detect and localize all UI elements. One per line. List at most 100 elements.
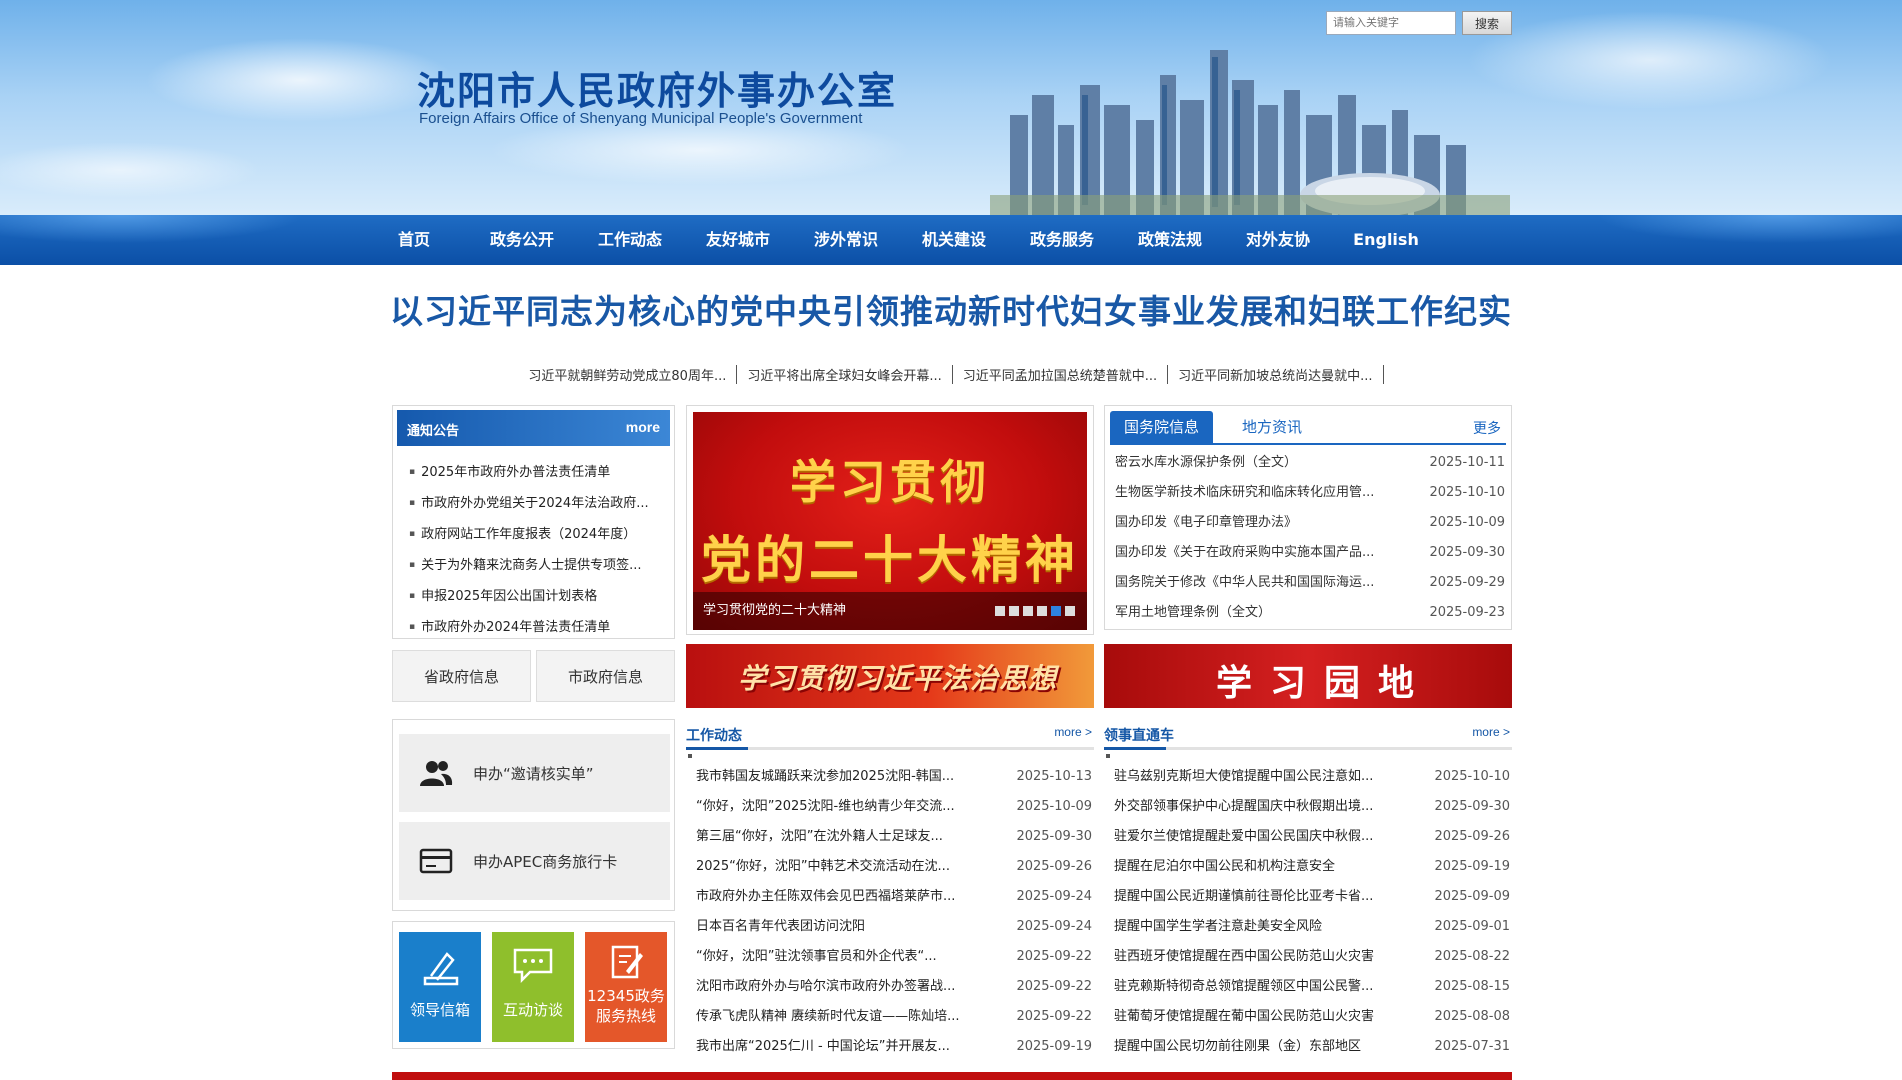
work-news-item[interactable]: 沈阳市政府外办与哈尔滨市政府外办签署战... 2025-09-22: [686, 972, 1094, 1002]
nav-item-sister-cities[interactable]: 友好城市: [684, 215, 792, 265]
nav-item-services[interactable]: 政务服务: [1008, 215, 1116, 265]
hotline-label-line2: 服务热线: [595, 1007, 656, 1025]
notice-item[interactable]: 市政府外办党组关于2024年法治政府...: [409, 489, 674, 520]
sub-headlines: 习近平就朝鲜劳动党成立80周年... 习近平将出席全球妇女峰会开幕... 习近平…: [360, 365, 1542, 384]
consular-item[interactable]: 提醒在尼泊尔中国公民和机构注意安全 2025-09-19: [1104, 852, 1512, 882]
nav-item-gov-info[interactable]: 政务公开: [468, 215, 576, 265]
apply-apec-card-button[interactable]: 申办APEC商务旅行卡: [399, 822, 670, 900]
news-item[interactable]: 军用土地管理条例（全文） 2025-09-23: [1115, 598, 1505, 628]
nav-item-work-news[interactable]: 工作动态: [576, 215, 684, 265]
consular-item[interactable]: 驻葡萄牙使馆提醒在葡中国公民防范山火灾害 2025-08-08: [1104, 1002, 1512, 1032]
slide-dot[interactable]: [1009, 606, 1019, 616]
news-item[interactable]: 生物医学新技术临床研究和临床转化应用管... 2025-10-10: [1115, 478, 1505, 508]
item-date: 2025-09-09: [1434, 889, 1510, 904]
notice-item[interactable]: 关于为外籍来沈商务人士提供专项签...: [409, 551, 674, 582]
item-date: 2025-09-26: [1016, 859, 1092, 874]
notice-item[interactable]: 2025年市政府外办普法责任清单: [409, 458, 674, 489]
search-input[interactable]: [1326, 11, 1456, 35]
sub-headline-link[interactable]: 习近平将出席全球妇女峰会开幕...: [737, 365, 953, 384]
work-news-item[interactable]: 日本百名青年代表团访问沈阳 2025-09-24: [686, 912, 1094, 942]
sub-headline-link[interactable]: 习近平同孟加拉国总统楚普就中...: [953, 365, 1169, 384]
slide-dot-active[interactable]: [1051, 606, 1061, 616]
city-info-button[interactable]: 市政府信息: [536, 650, 675, 702]
news-item[interactable]: 密云水库水源保护条例（全文） 2025-10-11: [1115, 448, 1505, 478]
work-news-more-link[interactable]: more >: [1054, 725, 1092, 739]
item-date: 2025-09-24: [1016, 889, 1092, 904]
consular-item[interactable]: 驻爱尔兰使馆提醒赴爱中国公民国庆中秋假... 2025-09-26: [1104, 822, 1512, 852]
slide-dots: [995, 606, 1075, 616]
work-news-item[interactable]: 我市韩国友城踊跃来沈参加2025沈阳-韩国... 2025-10-13: [686, 762, 1094, 792]
work-news-item[interactable]: 市政府外办主任陈双伟会见巴西福塔莱萨市... 2025-09-24: [686, 882, 1094, 912]
slide-text-line1: 学习贯彻: [790, 455, 990, 509]
leader-mailbox-tile[interactable]: 领导信箱: [399, 932, 481, 1042]
apply-invitation-button[interactable]: 申办“邀请核实单”: [399, 734, 670, 812]
consular-item[interactable]: 驻西班牙使馆提醒在西中国公民防范山火灾害 2025-08-22: [1104, 942, 1512, 972]
news-item[interactable]: 国务院关于修改《中华人民共和国国际海运... 2025-09-29: [1115, 568, 1505, 598]
item-title: 驻西班牙使馆提醒在西中国公民防范山火灾害: [1114, 949, 1375, 964]
search-button[interactable]: 搜索: [1462, 11, 1512, 35]
news-item[interactable]: 国办印发《电子印章管理办法》 2025-10-09: [1115, 508, 1505, 538]
tabs-more-link[interactable]: 更多: [1473, 418, 1501, 438]
edit-icon: [611, 945, 643, 979]
sub-headline-link[interactable]: 习近平同新加坡总统尚达曼就中...: [1168, 365, 1384, 384]
work-news-item[interactable]: 我市出席“2025仁川 - 中国论坛”并开展友... 2025-09-19: [686, 1032, 1094, 1062]
headline-link[interactable]: 以习近平同志为核心的党中央引领推动新时代妇女事业发展和妇联工作纪实: [360, 285, 1542, 333]
slide-dot[interactable]: [1037, 606, 1047, 616]
nav-item-foreign-knowledge[interactable]: 涉外常识: [792, 215, 900, 265]
nav-item-english[interactable]: English: [1332, 215, 1440, 265]
notice-item[interactable]: 申报2025年因公出国计划表格: [409, 582, 674, 613]
province-info-button[interactable]: 省政府信息: [392, 650, 531, 702]
study-garden-banner[interactable]: 学习园地: [1104, 644, 1512, 708]
notice-more-link[interactable]: more: [626, 419, 660, 435]
work-news-item[interactable]: 2025“你好，沈阳”中韩艺术交流活动在沈... 2025-09-26: [686, 852, 1094, 882]
consular-item[interactable]: 驻克赖斯特彻奇总领馆提醒领区中国公民警... 2025-08-15: [1104, 972, 1512, 1002]
hotline-tile[interactable]: 12345政务 服务热线: [585, 932, 667, 1042]
tab-state-council[interactable]: 国务院信息: [1110, 411, 1214, 443]
work-news-item[interactable]: 传承飞虎队精神 赓续新时代友谊——陈灿培... 2025-09-22: [686, 1002, 1094, 1032]
consular-item[interactable]: 提醒中国公民近期谨慎前往哥伦比亚考卡省... 2025-09-09: [1104, 882, 1512, 912]
slide-dot[interactable]: [1065, 606, 1075, 616]
item-date: 2025-08-15: [1434, 979, 1510, 994]
news-title: 生物医学新技术临床研究和临床转化应用管...: [1115, 485, 1375, 500]
slide-image[interactable]: 学习贯彻 党的二十大精神 学习贯彻党的二十大精神: [693, 412, 1087, 630]
apply-panel: 申办“邀请核实单” 申办APEC商务旅行卡: [392, 719, 675, 911]
slide-dot[interactable]: [1023, 606, 1033, 616]
tab-local-news[interactable]: 地方资讯: [1228, 411, 1316, 443]
work-news-item[interactable]: “你好，沈阳”驻沈领事官员和外企代表“... 2025-09-22: [686, 942, 1094, 972]
consular-item[interactable]: 提醒中国公民切勿前往刚果（金）东部地区 2025-07-31: [1104, 1032, 1512, 1062]
nav-item-friendship[interactable]: 对外友协: [1224, 215, 1332, 265]
item-title: 市政府外办主任陈双伟会见巴西福塔莱萨市...: [696, 889, 956, 904]
news-item[interactable]: 国办印发《关于在政府采购中实施本国产品... 2025-09-30: [1115, 538, 1505, 568]
item-title: 我市出席“2025仁川 - 中国论坛”并开展友...: [696, 1039, 950, 1054]
news-date: 2025-09-29: [1429, 575, 1505, 590]
rule-of-law-banner[interactable]: 学习贯彻习近平法治思想: [686, 644, 1094, 708]
sub-headline-link[interactable]: 习近平就朝鲜劳动党成立80周年...: [518, 365, 738, 384]
nav-item-policy[interactable]: 政策法规: [1116, 215, 1224, 265]
interview-tile[interactable]: 互动访谈: [492, 932, 574, 1042]
notice-item[interactable]: 市政府外办2024年普法责任清单: [409, 613, 674, 644]
mailbox-icon: [423, 952, 459, 986]
work-news-item[interactable]: 第三届“你好，沈阳”在沈外籍人士足球友... 2025-09-30: [686, 822, 1094, 852]
item-title: 驻葡萄牙使馆提醒在葡中国公民防范山火灾害: [1114, 1009, 1375, 1024]
item-title: 我市韩国友城踊跃来沈参加2025沈阳-韩国...: [696, 769, 955, 784]
consular-more-link[interactable]: more >: [1472, 725, 1510, 739]
nav-item-home[interactable]: 首页: [360, 215, 468, 265]
item-title: 传承飞虎队精神 赓续新时代友谊——陈灿培...: [696, 1009, 960, 1024]
item-date: 2025-09-22: [1016, 949, 1092, 964]
consular-item[interactable]: 提醒中国学生学者注意赴美安全风险 2025-09-01: [1104, 912, 1512, 942]
notice-item[interactable]: 政府网站工作年度报表（2024年度）: [409, 520, 674, 551]
nav-item-org-building[interactable]: 机关建设: [900, 215, 1008, 265]
service-tiles: 领导信箱 互动访谈 12345政务 服务热线: [392, 921, 675, 1049]
work-news-item[interactable]: “你好，沈阳”2025沈阳-维也纳青少年交流... 2025-10-09: [686, 792, 1094, 822]
news-title: 密云水库水源保护条例（全文）: [1115, 455, 1298, 470]
news-date: 2025-09-23: [1429, 605, 1505, 620]
slide-dot[interactable]: [995, 606, 1005, 616]
consular-item[interactable]: 外交部领事保护中心提醒国庆中秋假期出境... 2025-09-30: [1104, 792, 1512, 822]
news-tabs-panel: 国务院信息 地方资讯 更多 密云水库水源保护条例（全文） 2025-10-11 生…: [1104, 405, 1512, 630]
apply-invitation-label: 申办“邀请核实单”: [473, 765, 594, 783]
leader-mailbox-label: 领导信箱: [409, 1001, 470, 1019]
feature-slider: 学习贯彻 党的二十大精神 学习贯彻党的二十大精神: [686, 405, 1094, 635]
news-date: 2025-10-09: [1429, 515, 1505, 530]
consular-item[interactable]: 驻乌兹别克斯坦大使馆提醒中国公民注意如... 2025-10-10: [1104, 762, 1512, 792]
users-icon: [420, 761, 453, 786]
